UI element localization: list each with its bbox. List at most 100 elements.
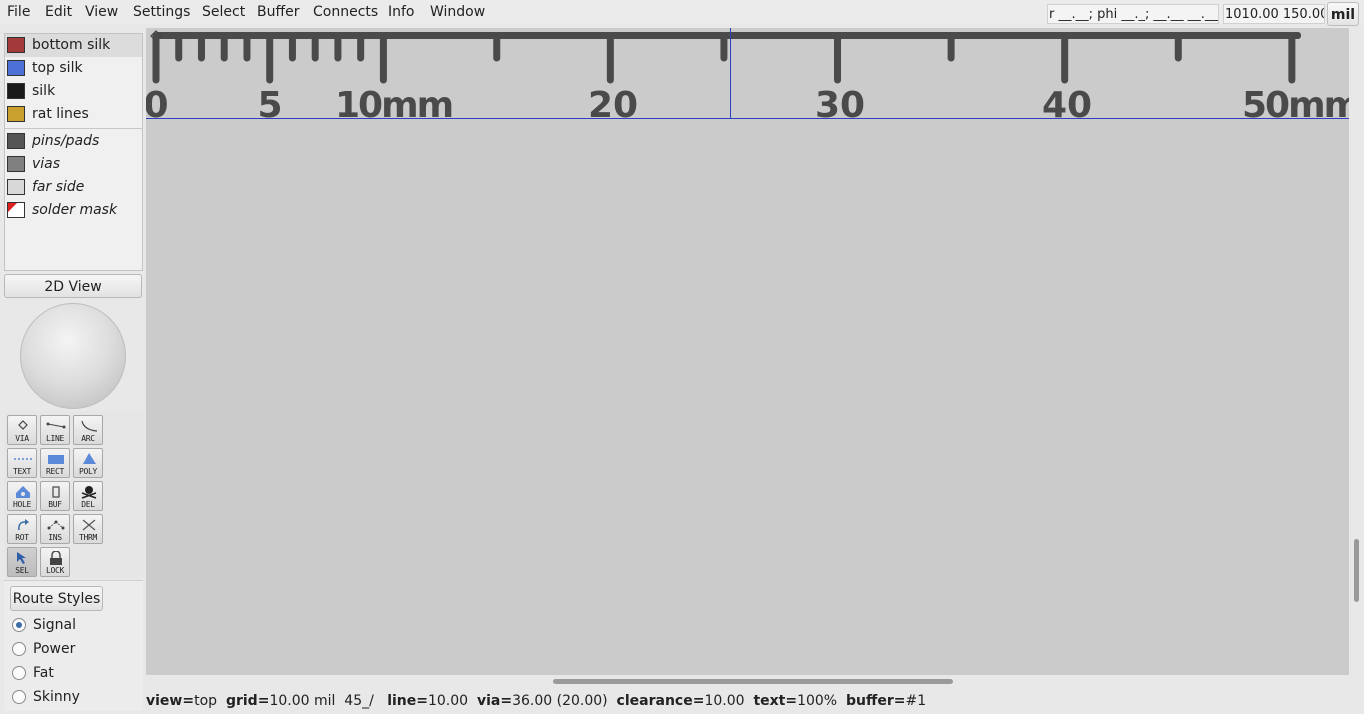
cursor-coordinate-readout: 1010.00 150.00 (1223, 4, 1325, 24)
layer-row-pins-pads[interactable]: pins/pads (5, 130, 142, 153)
layer-label: far side (32, 179, 85, 195)
layer-row-vias[interactable]: vias (5, 153, 142, 176)
tool-label: POLY (78, 467, 98, 476)
layer-color-swatch[interactable] (7, 106, 25, 122)
menu-buffer[interactable]: Buffer (257, 3, 300, 21)
board-canvas[interactable]: 0 5 10mm 20 30 40 50mm (146, 28, 1349, 675)
ruler-label-20: 20 (588, 85, 638, 126)
tool-label: ARC (81, 434, 95, 443)
menu-connects[interactable]: Connects (313, 3, 378, 21)
ruler-label-10mm: 10mm (335, 85, 452, 126)
poly-icon (83, 453, 96, 464)
rect-tool-button[interactable]: RECT (40, 448, 70, 478)
layer-label: vias (32, 156, 61, 172)
layer-color-swatch[interactable] (7, 156, 25, 172)
layer-color-swatch[interactable] (7, 133, 25, 149)
rect-icon (48, 455, 64, 464)
layer-row-rat-lines[interactable]: rat lines (5, 103, 142, 126)
poly-tool-button[interactable]: POLY (73, 448, 103, 478)
tool-label: TEXT (12, 467, 32, 476)
menu-view[interactable]: View (85, 3, 118, 21)
rotate-tool-button[interactable]: ROT (7, 514, 37, 544)
ruler-labels: 0 5 10mm 20 30 40 50mm (146, 85, 1349, 126)
layer-row-silk[interactable]: silk (5, 80, 142, 103)
ruler-label-50mm: 50mm (1242, 85, 1349, 126)
solder-mask-swatch[interactable] (7, 202, 25, 218)
ruler-overlay: 0 5 10mm 20 30 40 50mm (146, 28, 1349, 126)
menu-file[interactable]: File (7, 3, 30, 21)
thermal-icon (82, 519, 96, 531)
layer-label: top silk (32, 60, 83, 76)
radio-button[interactable] (12, 618, 26, 632)
status-via-value: 36.00 (20.00) (512, 693, 608, 709)
delete-icon (81, 486, 97, 499)
text-tool-button[interactable]: TEXT (7, 448, 37, 478)
delete-tool-button[interactable]: DEL (73, 481, 103, 511)
layer-label: silk (32, 83, 56, 99)
rotate-icon (18, 519, 29, 531)
buffer-icon (52, 486, 60, 498)
status-grid-key: grid= (225, 693, 270, 709)
status-buffer-key: buffer= (846, 693, 906, 709)
horizontal-scroll-thumb[interactable] (553, 679, 953, 684)
tool-palette: VIA LINE ARC TEXT RECT POLY HOLE BUF DEL… (4, 411, 143, 578)
layer-row-bottom-silk[interactable]: bottom silk (5, 34, 142, 57)
status-grid-value: 10.00 mil (269, 693, 336, 709)
menu-window[interactable]: Window (430, 3, 485, 21)
layer-row-solder-mask[interactable]: solder mask (5, 199, 142, 222)
menu-edit[interactable]: Edit (45, 3, 72, 21)
status-view-value: top (194, 693, 218, 709)
layer-label: pins/pads (32, 133, 100, 149)
thermal-tool-button[interactable]: THRM (73, 514, 103, 544)
radio-button[interactable] (12, 666, 26, 680)
layer-color-swatch[interactable] (7, 179, 25, 195)
status-buffer-value: #1 (905, 693, 927, 709)
tool-label: HOLE (12, 500, 32, 509)
status-line-value: 10.00 (427, 693, 469, 709)
menu-settings[interactable]: Settings (133, 3, 190, 21)
menu-info[interactable]: Info (388, 3, 415, 21)
tool-label: BUF (48, 500, 62, 509)
via-tool-button[interactable]: VIA (7, 415, 37, 445)
tool-label: VIA (15, 434, 29, 443)
layer-color-swatch[interactable] (7, 83, 25, 99)
tool-label: RECT (45, 467, 65, 476)
route-styles-panel: Route Styles Signal Power Fat Skinny (4, 580, 143, 711)
layer-list: bottom silk top silk silk rat lines pins… (4, 33, 143, 271)
lock-icon (50, 551, 62, 565)
lock-tool-button[interactable]: LOCK (40, 547, 70, 577)
layer-label: solder mask (32, 202, 118, 218)
layer-row-top-silk[interactable]: top silk (5, 57, 142, 80)
ruler-label-0: 0 (146, 85, 169, 126)
vertical-scroll-thumb[interactable] (1354, 539, 1359, 602)
horizontal-scrollbar[interactable] (146, 676, 1349, 688)
route-style-label: Skinny (33, 689, 80, 705)
radio-button[interactable] (12, 642, 26, 656)
menu-select[interactable]: Select (202, 3, 245, 21)
ruler-label-5: 5 (257, 85, 282, 126)
route-style-label: Signal (33, 617, 77, 633)
radio-button[interactable] (12, 690, 26, 704)
2d-view-button[interactable]: 2D View (4, 274, 142, 298)
layer-row-far-side[interactable]: far side (5, 176, 142, 199)
line-tool-button[interactable]: LINE (40, 415, 70, 445)
layer-divider (5, 128, 142, 129)
status-clearance-value: 10.00 (704, 693, 745, 709)
select-tool-button[interactable]: SEL (7, 547, 37, 577)
view-rotation-sphere[interactable] (20, 303, 126, 409)
polar-coordinate-readout: r __.__; phi __._; __.__ __.__ (1047, 4, 1219, 24)
layer-label: bottom silk (32, 37, 111, 53)
tool-label: ROT (15, 533, 29, 542)
unit-toggle-button[interactable]: mil (1327, 2, 1359, 26)
hole-icon (16, 486, 30, 498)
arc-tool-button[interactable]: ARC (73, 415, 103, 445)
vertical-scrollbar[interactable] (1351, 28, 1362, 675)
route-styles-button[interactable]: Route Styles (10, 586, 103, 611)
layer-color-swatch[interactable] (7, 37, 25, 53)
insert-tool-button[interactable]: INS (40, 514, 70, 544)
hole-tool-button[interactable]: HOLE (7, 481, 37, 511)
arc-icon (81, 420, 98, 432)
buffer-tool-button[interactable]: BUF (40, 481, 70, 511)
status-view-key: view= (146, 693, 195, 709)
layer-color-swatch[interactable] (7, 60, 25, 76)
